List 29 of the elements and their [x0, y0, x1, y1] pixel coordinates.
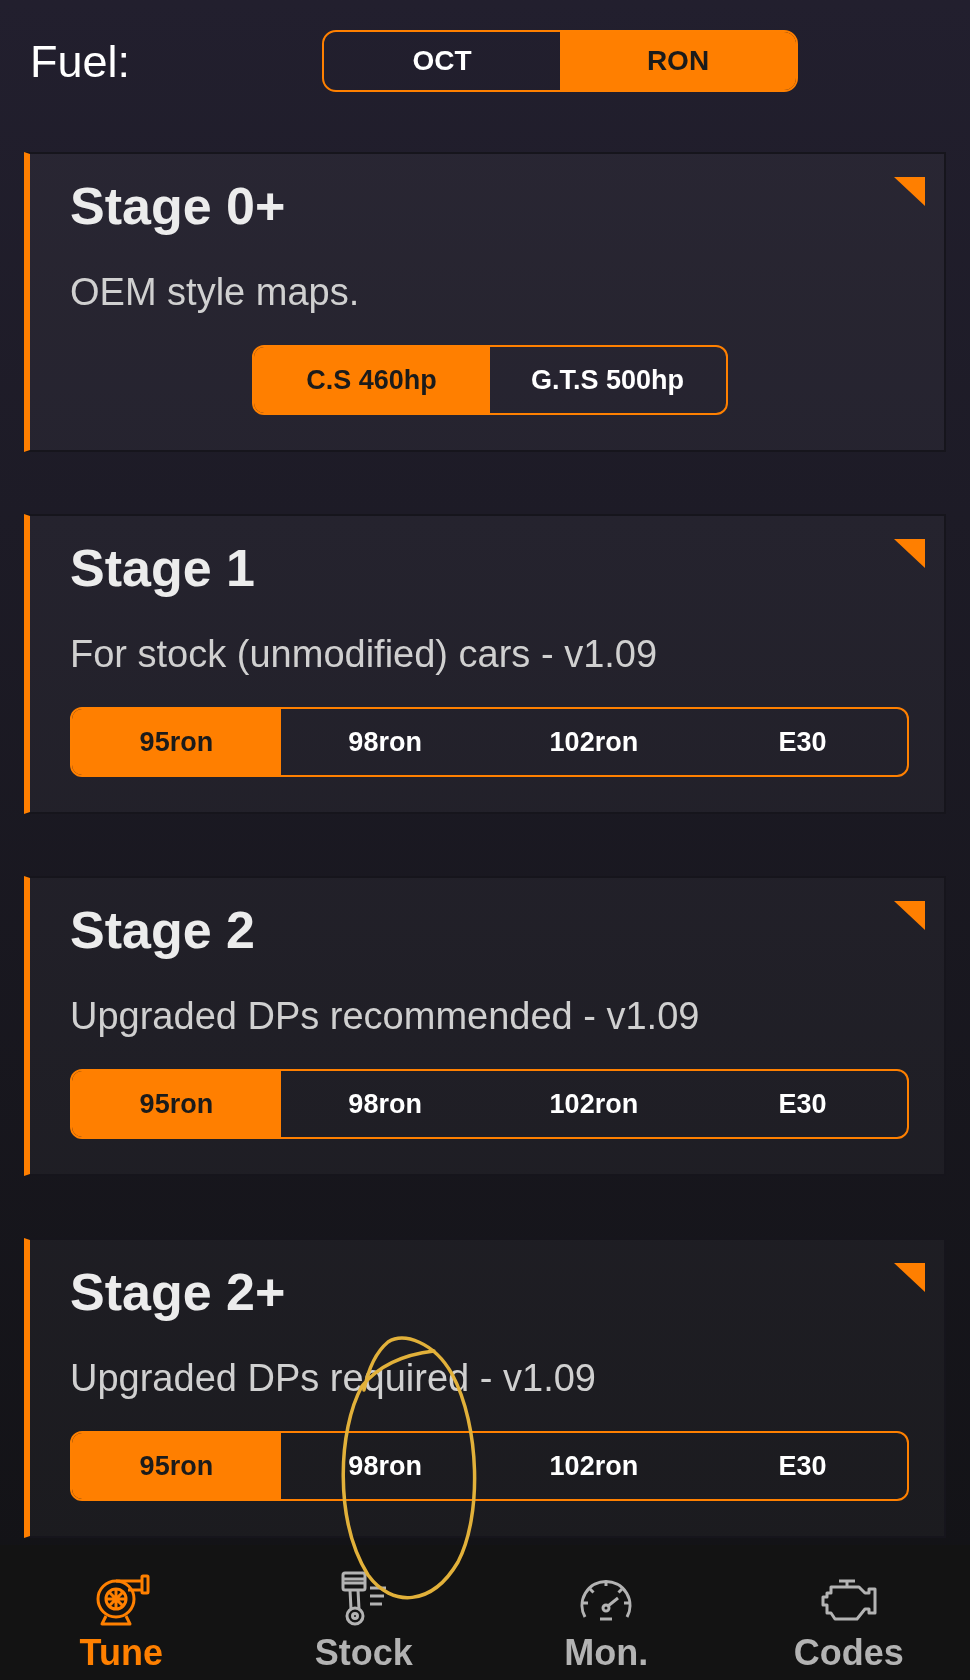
stage-description: For stock (unmodified) cars - v1.09: [70, 635, 659, 673]
nav-tab[interactable]: Mon.: [485, 1545, 728, 1680]
fuel-toggle[interactable]: OCT RON: [322, 30, 798, 92]
corner-triangle-icon: [894, 1263, 925, 1292]
stage-description: Upgraded DPs recommended - v1.09: [70, 997, 701, 1035]
map-option[interactable]: E30: [698, 1071, 907, 1137]
fuel-option[interactable]: OCT: [324, 32, 560, 90]
map-option[interactable]: C.S 460hp: [253, 347, 490, 413]
map-option[interactable]: 102ron: [489, 1071, 699, 1137]
fuel-label: Fuel:: [30, 38, 131, 84]
map-option[interactable]: 95ron: [72, 1433, 281, 1499]
corner-triangle-icon: [894, 539, 925, 568]
corner-triangle-icon: [894, 901, 925, 930]
map-option[interactable]: 98ron: [280, 709, 490, 775]
map-option[interactable]: 102ron: [489, 1433, 699, 1499]
stage-description: OEM style maps.: [70, 273, 361, 311]
map-option[interactable]: 95ron: [72, 709, 281, 775]
map-option[interactable]: 102ron: [489, 709, 699, 775]
nav-tab[interactable]: Codes: [727, 1545, 970, 1680]
map-option[interactable]: E30: [698, 709, 907, 775]
map-option[interactable]: G.T.S 500hp: [489, 347, 726, 413]
corner-triangle-icon: [894, 177, 925, 206]
map-option[interactable]: 98ron: [280, 1433, 490, 1499]
map-option[interactable]: 95ron: [72, 1071, 281, 1137]
fuel-option[interactable]: RON: [560, 32, 796, 90]
nav-tab[interactable]: Stock: [242, 1545, 485, 1680]
map-option[interactable]: 98ron: [280, 1071, 490, 1137]
nav-tab[interactable]: Tune: [0, 1545, 243, 1680]
map-option[interactable]: E30: [698, 1433, 907, 1499]
